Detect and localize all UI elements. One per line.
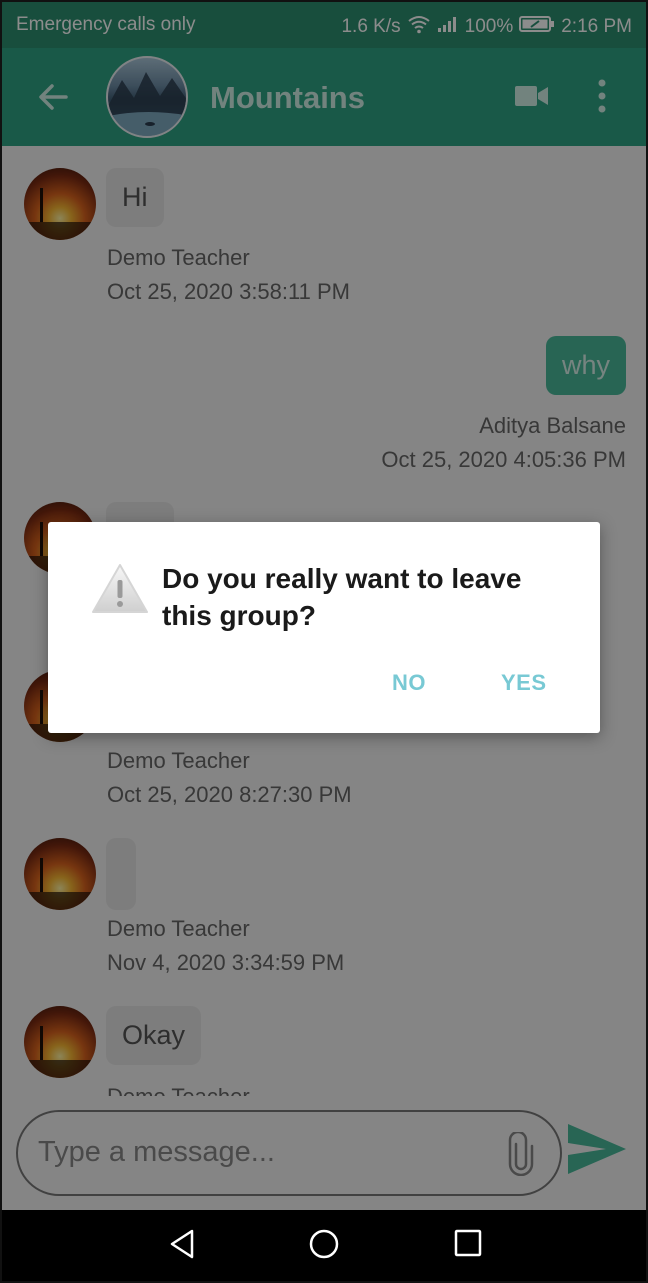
warning-icon <box>90 562 150 621</box>
leave-group-dialog: Do you really want to leave this group? … <box>48 522 600 733</box>
nav-home-icon[interactable] <box>308 1228 340 1265</box>
app-frame: Emergency calls only 1.6 K/s 100% 2:16 P… <box>0 0 648 1283</box>
no-button[interactable]: NO <box>392 670 426 696</box>
nav-recents-icon[interactable] <box>453 1228 483 1263</box>
dialog-message: Do you really want to leave this group? <box>162 563 522 631</box>
nav-back-icon[interactable] <box>168 1228 196 1265</box>
system-nav-bar <box>2 1210 646 1281</box>
yes-button[interactable]: YES <box>501 670 547 696</box>
